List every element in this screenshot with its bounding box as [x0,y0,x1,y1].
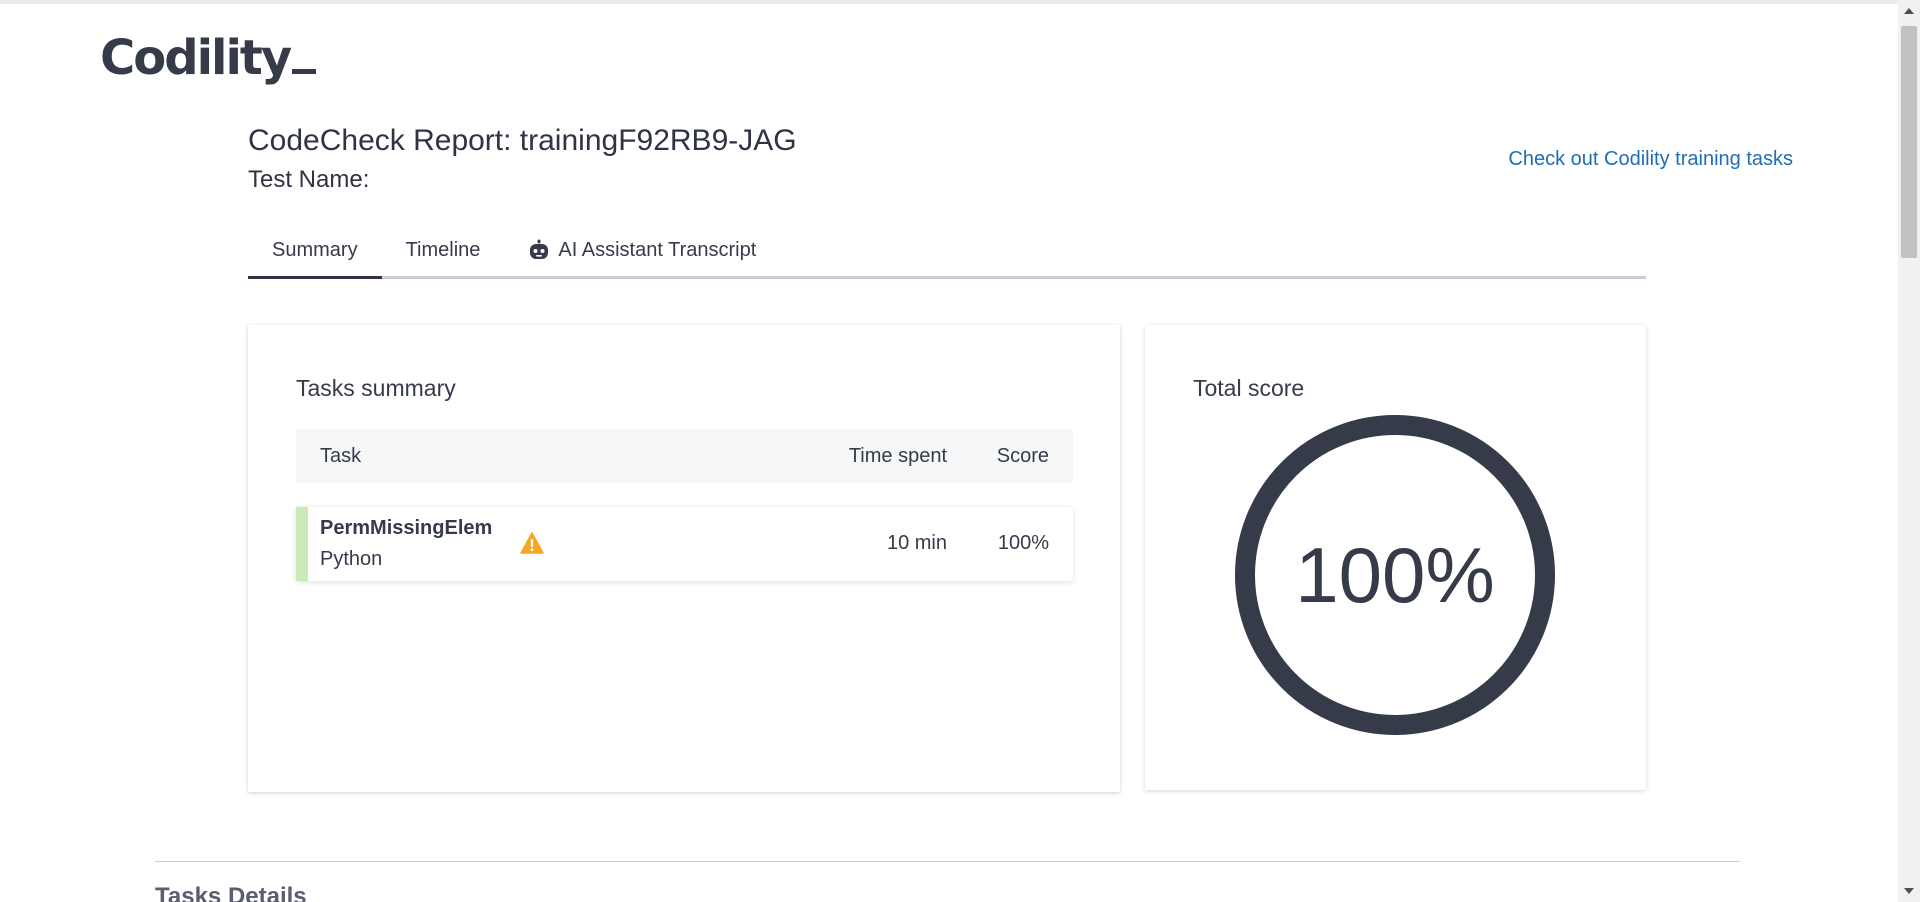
tab-ai-label: AI Assistant Transcript [558,238,757,261]
test-name-label: Test Name: [248,166,370,193]
total-score-title: Total score [1193,375,1305,401]
column-header-task: Task [320,445,362,467]
logo-cursor [292,69,317,74]
task-score: 100% [997,532,1049,554]
column-header-time-spent: Time spent [848,445,947,467]
robot-icon [530,239,549,259]
scroll-down-icon[interactable] [1904,888,1914,894]
page: Codility CodeCheck Report: trainingF92RB… [0,0,1920,902]
task-time-spent: 10 min [886,532,947,554]
report-tabs: Summary Timeline AI Assistant Transcript [248,224,1646,279]
scroll-up-icon[interactable] [1904,8,1914,14]
tab-timeline-label: Timeline [405,238,481,261]
logo-text: Codility [100,30,292,86]
column-header-score: Score [996,445,1049,467]
table-header: Task Time spent Score [296,429,1073,483]
codility-logo[interactable]: Codility [100,30,317,86]
scroll-thumb[interactable] [1901,26,1917,258]
page-title: CodeCheck Report: trainingF92RB9-JAG [248,124,797,157]
tab-ai-assistant-transcript[interactable]: AI Assistant Transcript [504,224,780,276]
training-tasks-link[interactable]: Check out Codility training tasks [1508,148,1793,171]
page-scrollbar[interactable] [1898,0,1920,902]
tasks-details-title: Tasks Details [155,883,307,902]
tab-summary[interactable]: Summary [248,224,382,279]
top-border [0,0,1898,4]
table-row[interactable]: PermMissingElem Python 10 min 100% [296,507,1073,581]
task-status-bar [296,507,308,581]
warning-icon[interactable] [520,532,544,554]
total-score-value: 100% [1295,530,1495,619]
task-language: Python [320,548,383,570]
section-divider [155,861,1740,862]
tab-summary-label: Summary [272,238,358,261]
total-score-card: Total score 100% [1145,325,1646,790]
task-name[interactable]: PermMissingElem [320,517,492,540]
tasks-summary-card: Tasks summary Task Time spent Score Perm… [248,325,1120,792]
tab-timeline[interactable]: Timeline [382,224,505,276]
tasks-summary-title: Tasks summary [296,375,456,401]
